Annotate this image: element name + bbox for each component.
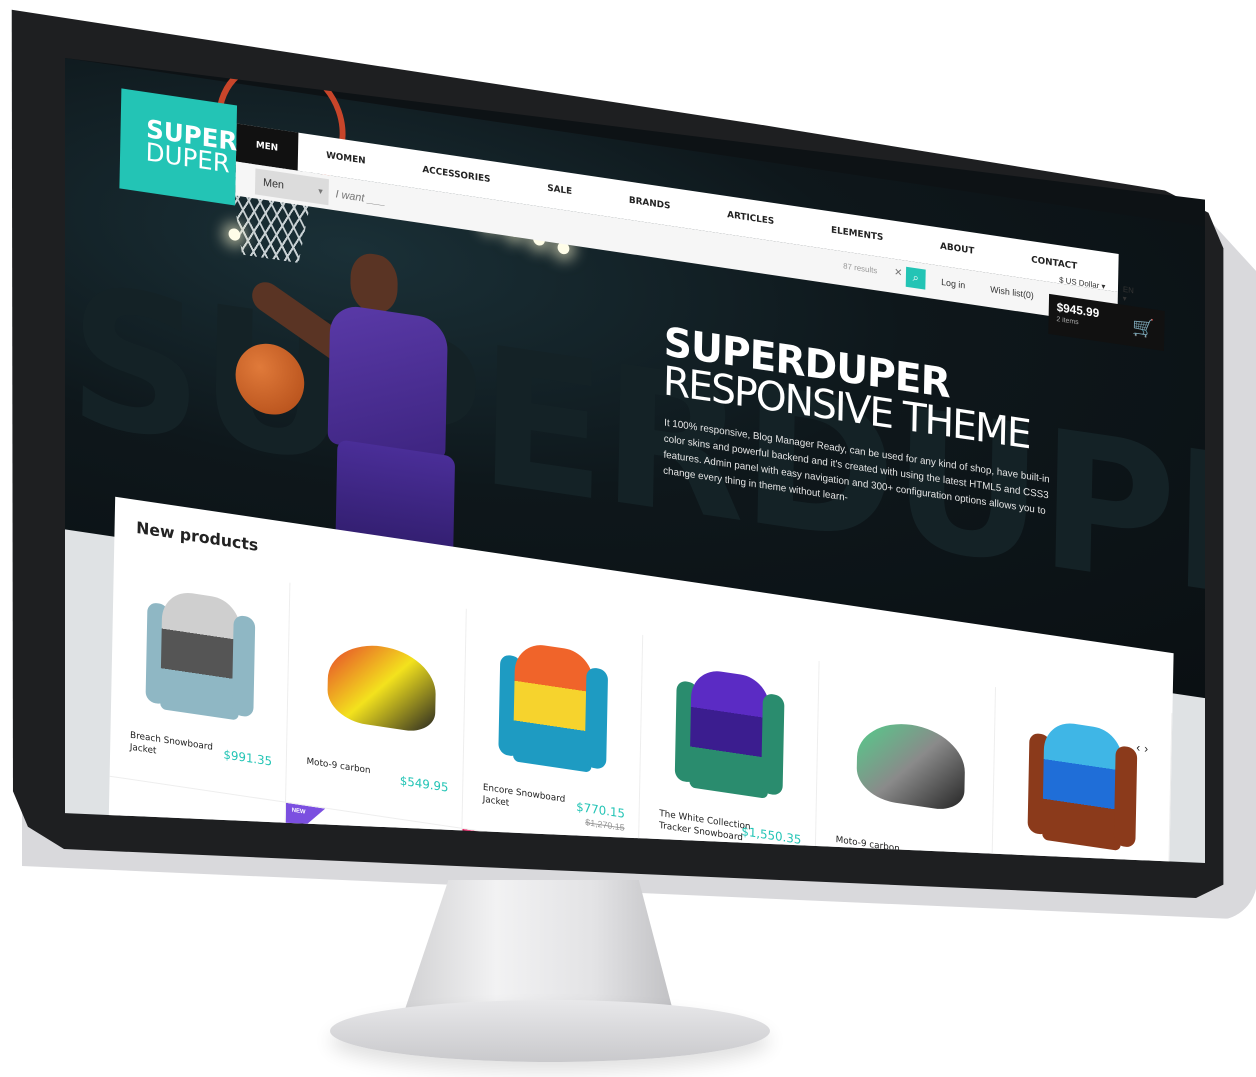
search-icon[interactable]: ⌕	[905, 266, 926, 290]
jacket-shape	[689, 667, 771, 799]
jacket-image[interactable]	[1027, 707, 1138, 863]
language-label: EN	[1122, 284, 1134, 296]
login-link[interactable]: Log in	[941, 277, 965, 291]
jacket-image[interactable]	[145, 577, 256, 733]
close-icon[interactable]: ✕	[894, 267, 902, 279]
product-name[interactable]: Breach Snowboard Jacket	[130, 730, 238, 770]
product-card[interactable]: Encore Snowboard Jacket$770.15$1,270.15	[462, 608, 644, 855]
jacket-sleeve	[584, 666, 609, 770]
product-card[interactable]: The White Collection Tracker Snowboard $1…	[638, 635, 820, 863]
helmet-shape	[856, 716, 966, 813]
jacket-image[interactable]	[674, 655, 785, 811]
jacket-image[interactable]	[498, 629, 609, 785]
product-card[interactable]: Encore Snowboard Jacket$770.15$1,270.15	[991, 687, 1173, 863]
jacket-sleeve	[760, 692, 785, 797]
category-select[interactable]: Men	[254, 168, 329, 206]
product-card[interactable]: Moto-9 carbon$549.95	[815, 661, 996, 863]
jacket-shape	[160, 588, 241, 721]
product-price: $549.95	[399, 773, 449, 795]
product-name[interactable]: Moto-9 carbon	[306, 756, 414, 784]
monitor-screen: SUPERDUPER SUPERDUPER RESPONSIVE THEME I…	[65, 58, 1205, 863]
helmet-image[interactable]	[322, 603, 437, 759]
jacket-shape	[1042, 719, 1123, 852]
webpage: SUPERDUPER SUPERDUPER RESPONSIVE THEME I…	[65, 58, 1205, 863]
helmet-image[interactable]	[851, 681, 966, 837]
section-title: New products	[136, 517, 259, 555]
jacket-sleeve	[1113, 745, 1138, 849]
language-select[interactable]: EN ▾	[1123, 285, 1134, 305]
jacket-sleeve	[231, 614, 256, 718]
basketball	[234, 339, 305, 420]
wishlist-link[interactable]: Wish list(0)	[990, 284, 1034, 300]
helmet-shape	[327, 638, 437, 735]
product-card[interactable]: Breach Snowboard Jacket $991.35	[109, 556, 291, 803]
cart-icon: 🛒	[1132, 316, 1155, 340]
site-logo[interactable]: SUPER DUPER	[119, 88, 238, 206]
product-card[interactable]: Moto-9 carbon$549.95	[286, 582, 467, 829]
product-name[interactable]: Encore Snowboard Jacket	[483, 782, 591, 822]
player-jersey	[327, 302, 448, 461]
cart-items-count: 2 items	[1056, 316, 1079, 327]
monitor-stand-base	[330, 1000, 770, 1062]
jacket-shape	[512, 641, 594, 773]
